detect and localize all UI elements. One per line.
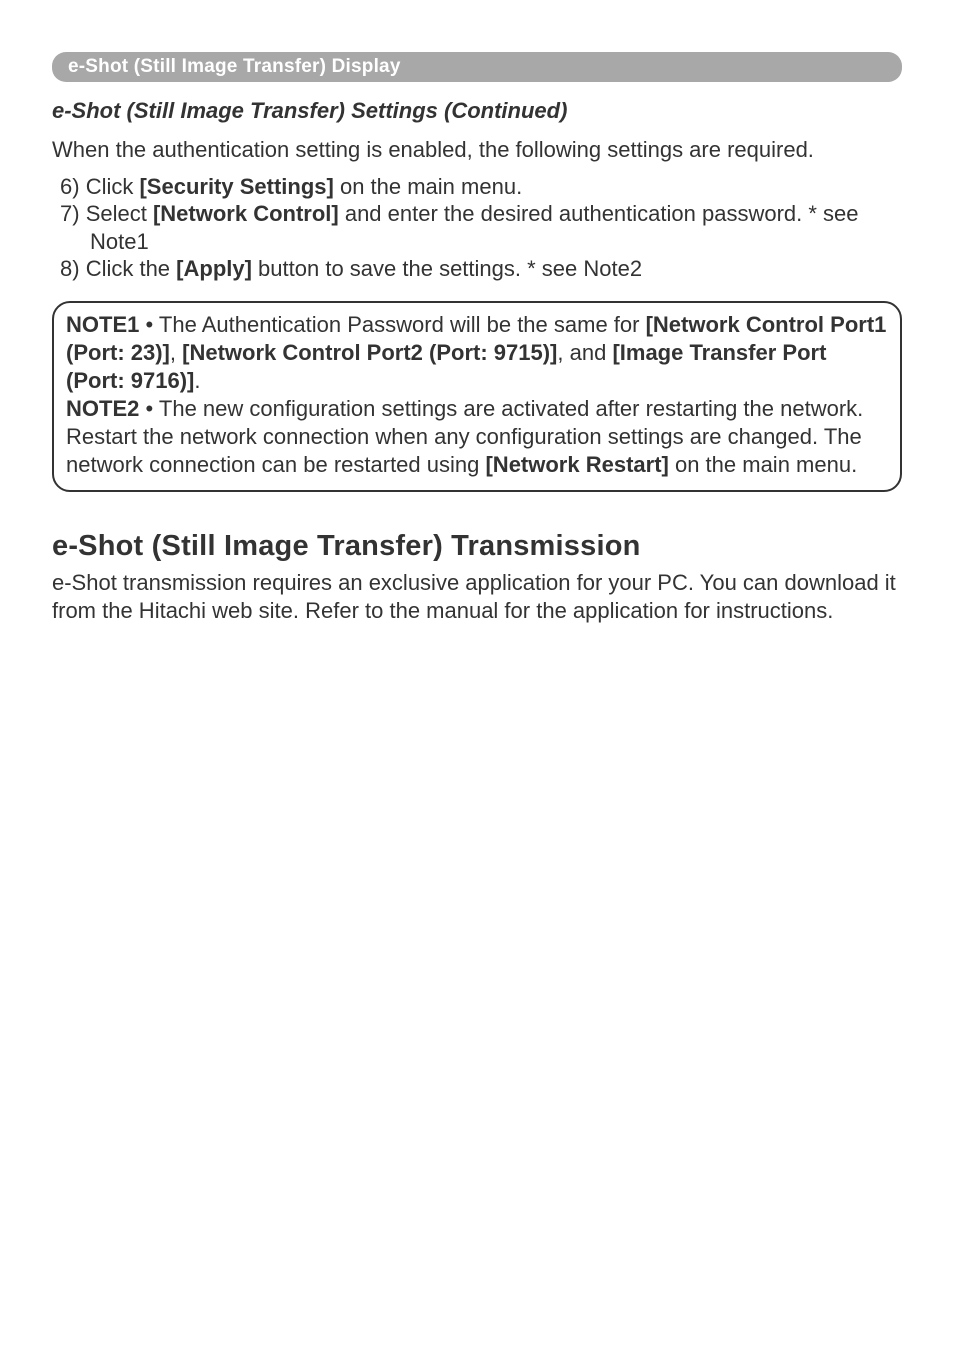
step-bold: [Security Settings] <box>139 174 333 199</box>
note-bold: [Network Control Port2 (Port: 9715)] <box>182 340 557 365</box>
note2-label: NOTE2 <box>66 396 139 421</box>
section-heading: e-Shot (Still Image Transfer) Transmissi… <box>52 530 902 563</box>
note-text: , <box>170 340 182 365</box>
intro-text: When the authentication setting is enabl… <box>52 136 902 165</box>
step-number: 8) <box>60 256 86 281</box>
step-number: 6) <box>60 174 86 199</box>
note1-label: NOTE1 <box>66 312 139 337</box>
step-text: Click <box>86 174 140 199</box>
note-box: NOTE1 • The Authentication Password will… <box>52 301 902 492</box>
note-text: , and <box>557 340 612 365</box>
step-text: Click the <box>86 256 176 281</box>
step-number: 7) <box>60 201 86 226</box>
step-7: 7) Select [Network Control] and enter th… <box>56 200 902 255</box>
note-text: . <box>194 368 200 393</box>
step-bold: [Network Control] <box>153 201 339 226</box>
step-text: button to save the settings. * see Note2 <box>252 256 642 281</box>
step-bold: [Apply] <box>176 256 252 281</box>
step-8: 8) Click the [Apply] button to save the … <box>56 255 902 283</box>
step-6: 6) Click [Security Settings] on the main… <box>56 173 902 201</box>
section-banner: e-Shot (Still Image Transfer) Display <box>52 52 902 82</box>
banner-title: e-Shot (Still Image Transfer) Display <box>68 56 401 77</box>
note-text: • The Authentication Password will be th… <box>139 312 645 337</box>
steps-list: 6) Click [Security Settings] on the main… <box>52 173 902 283</box>
note-bold: [Network Restart] <box>485 452 668 477</box>
subtitle: e-Shot (Still Image Transfer) Settings (… <box>52 98 902 124</box>
note2: NOTE2 • The new configuration settings a… <box>66 395 888 479</box>
note-text: on the main menu. <box>669 452 857 477</box>
step-text: on the main menu. <box>334 174 522 199</box>
note1: NOTE1 • The Authentication Password will… <box>66 311 888 395</box>
section-body: e-Shot transmission requires an exclusiv… <box>52 569 902 625</box>
step-text: Select <box>86 201 153 226</box>
